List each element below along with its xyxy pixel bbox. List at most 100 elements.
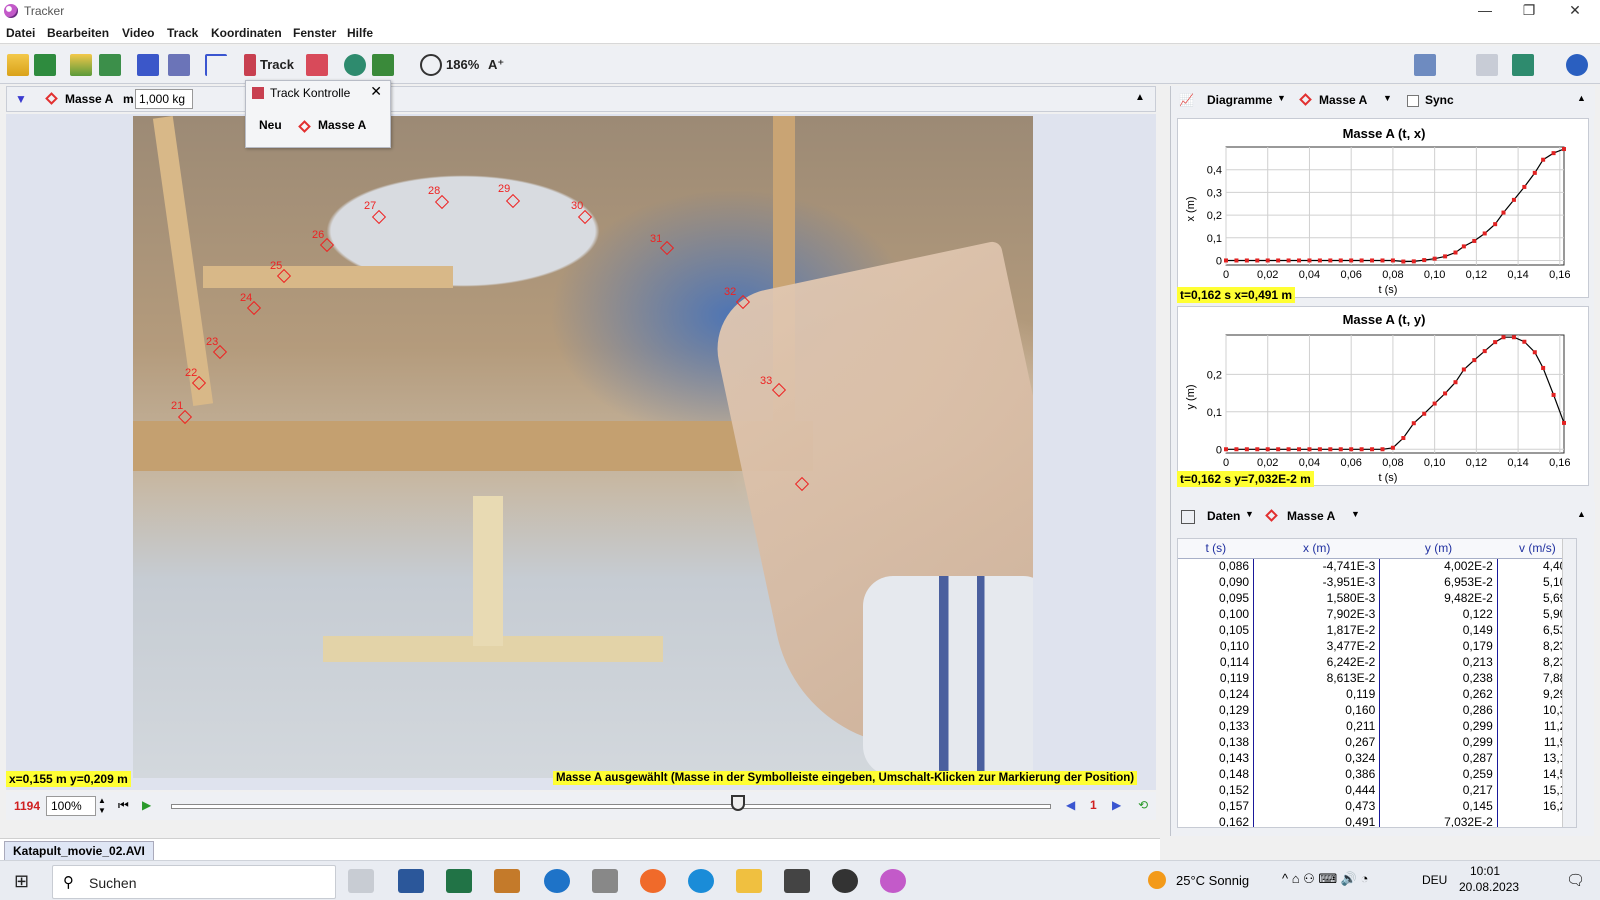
table-row[interactable]: 0,152 0,444 0,217 15,15 xyxy=(1178,782,1576,798)
data-point[interactable] xyxy=(1224,447,1228,452)
data-chevron-icon[interactable]: ▼ xyxy=(1245,509,1254,519)
data-point[interactable] xyxy=(1328,258,1333,263)
tracker-taskbar-icon[interactable] xyxy=(880,869,906,893)
data-point[interactable] xyxy=(1472,358,1477,363)
data-point[interactable] xyxy=(1522,339,1527,344)
table-cell[interactable]: 0,386 xyxy=(1253,766,1381,782)
table-cell[interactable]: 0,160 xyxy=(1253,702,1381,718)
close-button[interactable]: ✕ xyxy=(1552,0,1598,22)
calibration-icon[interactable] xyxy=(168,54,190,76)
data-point[interactable] xyxy=(1307,447,1312,452)
menu-datei[interactable]: Datei xyxy=(6,26,35,40)
collapse-triangle-icon[interactable]: ▼ xyxy=(15,92,27,106)
table-row[interactable]: 0,162 0,491 7,032E-2 xyxy=(1178,814,1576,827)
column-header[interactable]: y (m) xyxy=(1379,539,1498,559)
axes-icon[interactable] xyxy=(205,54,227,76)
table-cell[interactable]: 3,477E-2 xyxy=(1253,638,1381,654)
data-point[interactable] xyxy=(1244,447,1249,452)
table-cell[interactable]: -4,741E-3 xyxy=(1253,558,1381,574)
plot-track-dropdown[interactable]: Masse A xyxy=(1319,93,1367,107)
excel-icon[interactable] xyxy=(446,869,472,893)
data-point[interactable] xyxy=(1276,447,1281,452)
timeline-thumb[interactable] xyxy=(731,795,745,811)
data-point[interactable] xyxy=(1422,411,1427,416)
table-cell[interactable]: 0,213 xyxy=(1379,654,1498,670)
open-video-icon[interactable] xyxy=(70,54,92,76)
table-row[interactable]: 0,100 7,902E-3 0,122 5,905 xyxy=(1178,606,1576,622)
table-cell[interactable]: 9,482E-2 xyxy=(1379,590,1498,606)
zoom-spinner-icon[interactable]: ▲ ▼ xyxy=(98,796,106,816)
data-point[interactable] xyxy=(1286,258,1291,263)
data-point[interactable] xyxy=(1511,197,1516,202)
track-icon[interactable] xyxy=(244,54,256,76)
new-track-button[interactable]: Neu xyxy=(259,118,282,132)
collapse-up-icon[interactable]: ▲ xyxy=(1135,92,1145,103)
data-track-dropdown[interactable]: Masse A xyxy=(1287,509,1335,523)
data-point[interactable] xyxy=(1443,254,1448,259)
timeline-slider[interactable] xyxy=(171,804,1051,809)
table-cell[interactable]: 7,902E-3 xyxy=(1253,606,1381,622)
autotracker-icon[interactable] xyxy=(306,54,328,76)
menu-bearbeiten[interactable]: Bearbeiten xyxy=(47,26,109,40)
table-row[interactable]: 0,090 -3,951E-3 6,953E-2 5,104 xyxy=(1178,574,1576,590)
data-point[interactable] xyxy=(1338,447,1343,452)
data-point[interactable] xyxy=(1401,259,1406,264)
table-cell[interactable]: 0,122 xyxy=(1379,606,1498,622)
task-view-icon[interactable] xyxy=(348,869,374,893)
table-cell[interactable]: 0,110 xyxy=(1178,638,1255,654)
data-collapse-icon[interactable]: ▲ xyxy=(1577,509,1586,519)
table-cell[interactable]: 0,148 xyxy=(1178,766,1255,782)
data-point[interactable] xyxy=(1359,447,1364,452)
open-folder-icon[interactable] xyxy=(7,54,29,76)
data-point[interactable] xyxy=(1317,258,1322,263)
data-point[interactable] xyxy=(1482,349,1487,354)
table-cell[interactable]: 0,267 xyxy=(1253,734,1381,750)
save-video-icon[interactable] xyxy=(99,54,121,76)
data-point[interactable] xyxy=(1532,170,1537,175)
zoom-level[interactable]: 186% xyxy=(446,57,479,72)
table-cell[interactable]: 0,086 xyxy=(1178,558,1255,574)
table-row[interactable]: 0,129 0,160 0,286 10,35 xyxy=(1178,702,1576,718)
data-point[interactable] xyxy=(1432,256,1437,261)
tray-icons[interactable]: ^ ⌂ ⚇ ⌨ 🔊 ◔ xyxy=(1282,871,1368,887)
data-point[interactable] xyxy=(1493,222,1498,227)
data-point[interactable] xyxy=(1370,258,1375,263)
data-track-chevron-icon[interactable]: ▼ xyxy=(1351,509,1360,519)
table-cell[interactable]: 0,133 xyxy=(1178,718,1255,734)
data-point[interactable] xyxy=(1338,258,1343,263)
menu-hilfe[interactable]: Hilfe xyxy=(347,26,373,40)
data-table[interactable]: t (s) x (m) y (m) v (m/s) 0,086 -4,741E-3… xyxy=(1177,538,1577,828)
data-point[interactable] xyxy=(1453,380,1458,385)
step-forward-icon[interactable]: ▶ xyxy=(1112,798,1121,812)
table-row[interactable]: 0,086 -4,741E-3 4,002E-2 4,400 xyxy=(1178,558,1576,574)
table-cell[interactable]: 0,287 xyxy=(1379,750,1498,766)
track-button[interactable]: Track xyxy=(260,57,294,72)
data-point[interactable] xyxy=(1255,447,1260,452)
chart-x[interactable]: Masse A (t, x) x (m) t (s) 0 0,02 0,04 0,06… xyxy=(1177,118,1589,298)
language-indicator[interactable]: DEU xyxy=(1422,873,1447,887)
data-point[interactable] xyxy=(1461,244,1466,249)
table-row[interactable]: 0,138 0,267 0,299 11,93 xyxy=(1178,734,1576,750)
skip-back-icon[interactable]: ⏮ xyxy=(118,798,129,813)
table-row[interactable]: 0,143 0,324 0,287 13,14 xyxy=(1178,750,1576,766)
table-cell[interactable]: 8,613E-2 xyxy=(1253,670,1381,686)
clip-settings-icon[interactable] xyxy=(137,54,159,76)
menu-fenster[interactable]: Fenster xyxy=(293,26,336,40)
play-icon[interactable]: ▶ xyxy=(142,798,151,812)
data-point[interactable] xyxy=(1297,258,1302,263)
table-cell[interactable]: 0,119 xyxy=(1253,686,1381,702)
data-point[interactable] xyxy=(1234,447,1239,452)
data-point[interactable] xyxy=(1401,436,1406,441)
data-point[interactable] xyxy=(1562,420,1566,425)
table-cell[interactable]: 0,473 xyxy=(1253,798,1381,814)
data-point[interactable] xyxy=(1501,335,1506,340)
data-point[interactable] xyxy=(1255,258,1260,263)
data-point[interactable] xyxy=(1411,259,1416,264)
data-point[interactable] xyxy=(1541,157,1546,162)
table-cell[interactable]: 1,580E-3 xyxy=(1253,590,1381,606)
table-cell[interactable]: 0,138 xyxy=(1178,734,1255,750)
table-row[interactable]: 0,095 1,580E-3 9,482E-2 5,696 xyxy=(1178,590,1576,606)
table-row[interactable]: 0,114 6,242E-2 0,213 8,234 xyxy=(1178,654,1576,670)
data-point[interactable] xyxy=(1522,184,1527,189)
diagrams-dropdown[interactable]: Diagramme xyxy=(1207,93,1272,107)
